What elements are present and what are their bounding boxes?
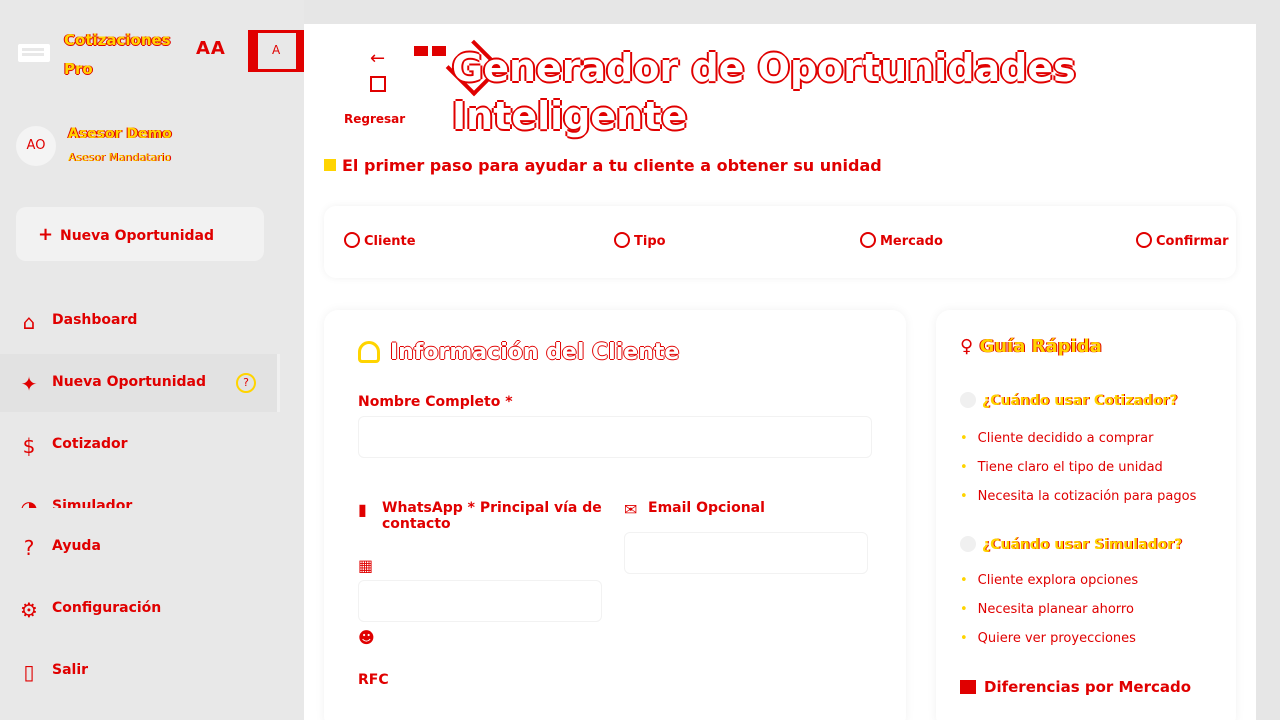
user-profile[interactable]: AO Asesor Demo Asesor Mandatario — [16, 124, 286, 168]
sidebar-item-salir[interactable]: ▯ Salir — [0, 642, 280, 700]
building-icon — [960, 680, 976, 694]
plus-icon: + — [38, 223, 54, 245]
name-field[interactable] — [358, 416, 872, 458]
guide-list-cotizador: Cliente decidido a comprar Tiene claro e… — [960, 424, 1230, 511]
whatsapp-field[interactable] — [358, 580, 602, 622]
sidebar-item-new-opportunity[interactable]: ✦ Nueva Oportunidad ? — [0, 354, 280, 412]
home-icon: ⌂ — [22, 310, 36, 334]
client-info-card: Información del Cliente Nombre Completo … — [324, 310, 906, 720]
pin-icon — [324, 159, 336, 171]
user-icon — [358, 341, 380, 363]
new-opportunity-button[interactable]: + Nueva Oportunidad — [16, 207, 264, 261]
sidebar-nav: ⌂ Dashboard ✦ Nueva Oportunidad ? $ Coti… — [0, 292, 304, 712]
card-title: Información del Cliente — [358, 340, 679, 365]
id-card-icon: ☻ — [358, 628, 375, 647]
user-name: Asesor Demo — [68, 126, 172, 142]
guide-title: ♀ Guía Rápida — [960, 336, 1102, 357]
name-label: Nombre Completo * — [358, 394, 513, 410]
money-icon: $ — [22, 434, 36, 458]
back-arrow-icon: ← — [370, 48, 386, 69]
font-size-toggle[interactable]: AA — [196, 38, 226, 59]
brand: Cotizaciones Pro AA A — [16, 22, 306, 82]
page-title: Generador de Oportunidades Inteligente — [452, 46, 1076, 138]
list-item: Necesita planear ahorro — [960, 595, 1230, 624]
check-icon — [1136, 232, 1152, 248]
guide-list-simulador: Cliente explora opciones Necesita planea… — [960, 566, 1230, 653]
guide-question-cotizador: ¿Cuándo usar Cotizador? — [960, 392, 1230, 409]
truck-logo-icon — [18, 44, 50, 62]
lightbulb-icon: ♀ — [960, 336, 974, 357]
email-label: Email Opcional — [648, 500, 765, 516]
user-role: Asesor Mandatario — [68, 151, 171, 164]
rfc-label: RFC — [358, 672, 389, 688]
flag-icon — [414, 46, 428, 56]
step-confirmar[interactable]: Confirmar — [1136, 232, 1229, 256]
status-badge: ? — [236, 373, 256, 393]
main-panel: ← Regresar Generador de Oportunidades In… — [304, 24, 1256, 720]
circle-icon — [614, 232, 630, 248]
step-tipo[interactable]: Tipo — [614, 232, 666, 256]
email-field[interactable] — [624, 532, 868, 574]
gear-icon: ⚙ — [20, 598, 38, 622]
guide-question-simulador: ¿Cuándo usar Simulador? — [960, 536, 1230, 553]
back-button[interactable]: ← Regresar — [342, 42, 422, 126]
list-item: Tiene claro el tipo de unidad — [960, 453, 1230, 482]
brand-name: Cotizaciones Pro — [64, 31, 171, 78]
sidebar: Cotizaciones Pro AA A AO Asesor Demo Ase… — [0, 0, 306, 720]
sidebar-item-ayuda[interactable]: ? Ayuda — [0, 518, 280, 576]
sidebar-item-cotizador[interactable]: $ Cotizador — [0, 416, 280, 474]
whatsapp-label: WhatsApp * Principal vía de contacto — [382, 500, 602, 532]
flag-icon — [432, 46, 446, 56]
mail-icon: ✉ — [624, 500, 638, 519]
chart-icon — [960, 536, 976, 552]
back-box-icon — [370, 76, 386, 92]
help-icon: ? — [23, 536, 35, 560]
flag-icon: ▦ — [358, 556, 374, 575]
exit-icon: ▯ — [23, 660, 35, 684]
list-item: Necesita la cotización para pagos — [960, 482, 1230, 511]
sparkle-icon: ✦ — [20, 372, 38, 396]
chart-icon: ◔ — [20, 496, 38, 508]
step-cliente[interactable]: Cliente — [344, 232, 416, 256]
list-item: Cliente decidido a comprar — [960, 424, 1230, 453]
step-mercado[interactable]: Mercado — [860, 232, 943, 256]
progress-steps: Cliente Tipo Mercado Confirmar — [324, 206, 1236, 278]
quick-guide-card: ♀ Guía Rápida ¿Cuándo usar Cotizador? Cl… — [936, 310, 1236, 720]
sidebar-item-simulador[interactable]: ◔ Simulador — [0, 478, 280, 508]
guide-footer-markets: Diferencias por Mercado — [960, 678, 1191, 696]
list-item: Quiere ver proyecciones — [960, 624, 1230, 653]
avatar: AO — [16, 126, 56, 166]
user-icon — [344, 232, 360, 248]
language-flag-icon[interactable]: A — [248, 30, 306, 72]
globe-icon — [860, 232, 876, 248]
sidebar-item-configuracion[interactable]: ⚙ Configuración — [0, 580, 280, 638]
target-icon — [960, 392, 976, 408]
sidebar-item-dashboard[interactable]: ⌂ Dashboard — [0, 292, 280, 350]
list-item: Cliente explora opciones — [960, 566, 1230, 595]
page-subtitle: El primer paso para ayudar a tu cliente … — [324, 156, 1224, 175]
